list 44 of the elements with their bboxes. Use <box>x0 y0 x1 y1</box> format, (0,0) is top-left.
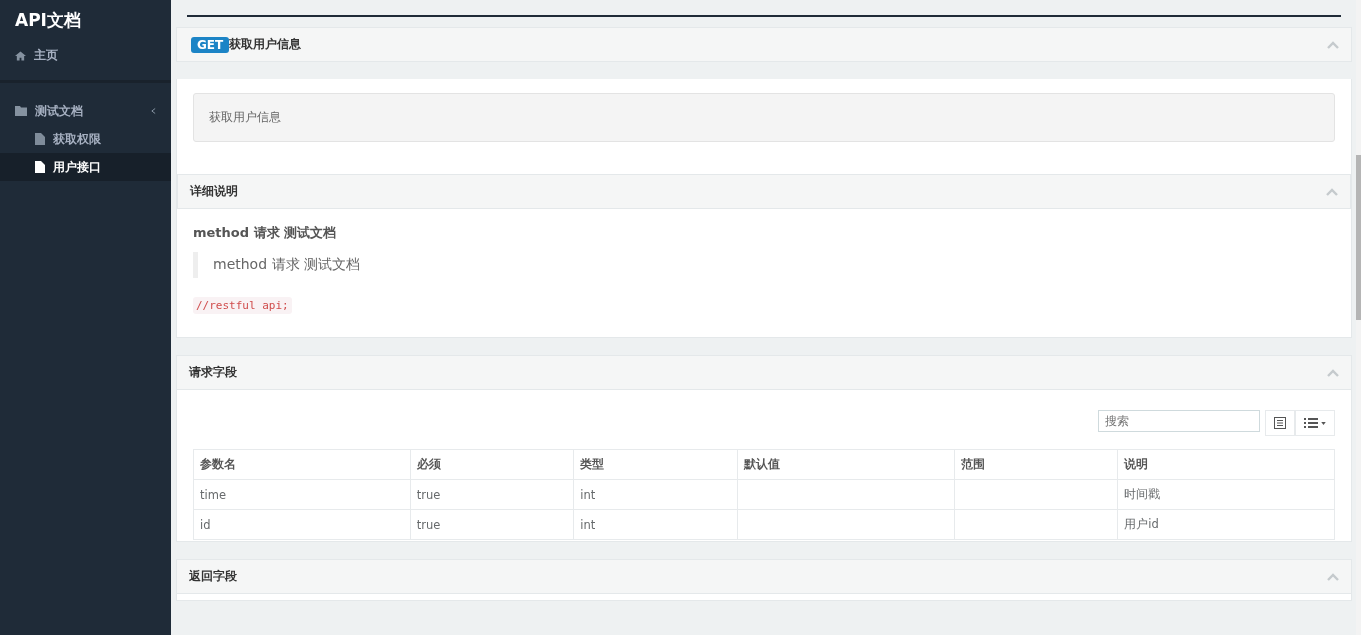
nav-item[interactable]: 用户接口 <box>0 153 171 181</box>
table-cell: true <box>410 509 574 540</box>
list-icon <box>1304 418 1318 428</box>
table-cell: 时间戳 <box>1117 479 1335 510</box>
column-header: 参数名 <box>193 449 411 480</box>
blockquote: method 请求 测试文档 <box>193 252 1335 278</box>
table-cell: id <box>193 509 411 540</box>
nav-item[interactable]: 获取权限 <box>0 125 171 153</box>
column-header: 说明 <box>1117 449 1335 480</box>
table-cell: 用户id <box>1117 509 1335 540</box>
collapse-icon[interactable] <box>1327 368 1339 377</box>
collapse-icon[interactable] <box>1327 572 1339 581</box>
home-icon <box>15 50 26 61</box>
caret-icon <box>1321 421 1326 425</box>
home-link[interactable]: 主页 <box>0 39 171 72</box>
nav-group[interactable]: 测试文档 <box>0 97 171 125</box>
toggle-view-button[interactable] <box>1265 410 1295 436</box>
table-cell: true <box>410 479 574 510</box>
folder-icon <box>15 106 27 116</box>
chevron-icon <box>151 107 156 115</box>
description-text: 获取用户信息 <box>193 93 1335 142</box>
column-header: 必须 <box>410 449 574 480</box>
collapse-icon[interactable] <box>1327 40 1339 49</box>
panel-title: 获取用户信息 <box>229 36 303 53</box>
method-badge: GET <box>191 36 230 53</box>
column-header: 范围 <box>954 449 1118 480</box>
panel-title: 请求字段 <box>189 364 238 381</box>
table-cell: int <box>573 479 738 510</box>
table-cell: time <box>193 479 411 510</box>
detail-heading: method 请求 测试文档 <box>193 224 338 242</box>
panel-title: 返回字段 <box>189 568 238 585</box>
list-icon <box>1274 417 1286 429</box>
file-icon <box>35 161 45 173</box>
code-snippet: //restful api; <box>193 297 292 314</box>
column-header: 类型 <box>573 449 738 480</box>
columns-button[interactable] <box>1295 410 1335 436</box>
scrollbar[interactable] <box>1356 155 1361 320</box>
table-cell: int <box>573 509 738 540</box>
search-field[interactable]: 搜索 <box>1098 410 1260 432</box>
collapse-icon[interactable] <box>1326 187 1338 196</box>
panel-title: 详细说明 <box>190 183 239 200</box>
app-title: API文档 <box>14 9 82 32</box>
file-icon <box>35 133 45 145</box>
column-header: 默认值 <box>737 449 955 480</box>
